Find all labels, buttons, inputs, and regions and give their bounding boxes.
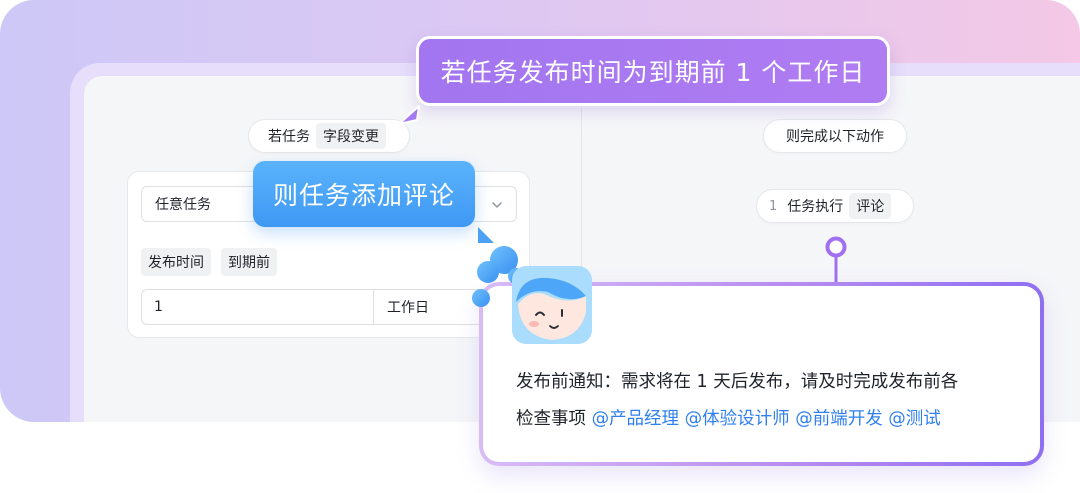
action-item-label: 任务执行 xyxy=(787,199,844,215)
field-tag-publish-time[interactable]: 发布时间 xyxy=(141,248,211,276)
mention-frontend-dev[interactable]: @前端开发 xyxy=(795,409,883,429)
mention-ux-designer[interactable]: @体验设计师 xyxy=(685,409,790,429)
field-tag-before-due[interactable]: 到期前 xyxy=(221,248,277,276)
trigger-callout-pointer xyxy=(398,105,420,125)
connector-node xyxy=(825,236,847,286)
action-item-index: 1 xyxy=(769,198,778,214)
comment-line-1: 发布前通知：需求将在 1 天后发布，请及时完成发布前各 xyxy=(516,372,959,392)
days-input[interactable]: 1 xyxy=(142,290,374,324)
trigger-prefix: 若任务 xyxy=(268,129,310,145)
trigger-pill[interactable]: 若任务 字段变更 xyxy=(248,119,410,153)
avatar-illustration xyxy=(472,246,592,344)
comment-line-2-prefix: 检查事项 xyxy=(516,409,592,429)
days-input-row: 1 工作日 xyxy=(141,289,517,325)
actions-header-pill: 则完成以下动作 xyxy=(763,119,907,153)
trigger-condition-tag: 字段变更 xyxy=(316,123,386,149)
mention-qa[interactable]: @测试 xyxy=(888,409,941,429)
action-item-pill[interactable]: 1 任务执行 评论 xyxy=(756,189,914,223)
action-callout: 则任务添加评论 xyxy=(253,161,475,227)
action-callout-pointer xyxy=(478,227,494,243)
comment-line-2: 检查事项 @产品经理 @体验设计师 @前端开发 @测试 xyxy=(516,401,1021,438)
trigger-callout: 若任务发布时间为到期前 1 个工作日 xyxy=(416,36,890,106)
action-item-tag: 评论 xyxy=(849,193,892,219)
condition-tags: 发布时间 到期前 xyxy=(141,248,277,276)
chevron-down-icon[interactable] xyxy=(490,198,504,212)
mention-product-manager[interactable]: @产品经理 xyxy=(592,409,680,429)
comment-text: 发布前通知：需求将在 1 天后发布，请及时完成发布前各 检查事项 @产品经理 @… xyxy=(516,364,1021,438)
task-scope-value: 任意任务 xyxy=(155,197,211,213)
